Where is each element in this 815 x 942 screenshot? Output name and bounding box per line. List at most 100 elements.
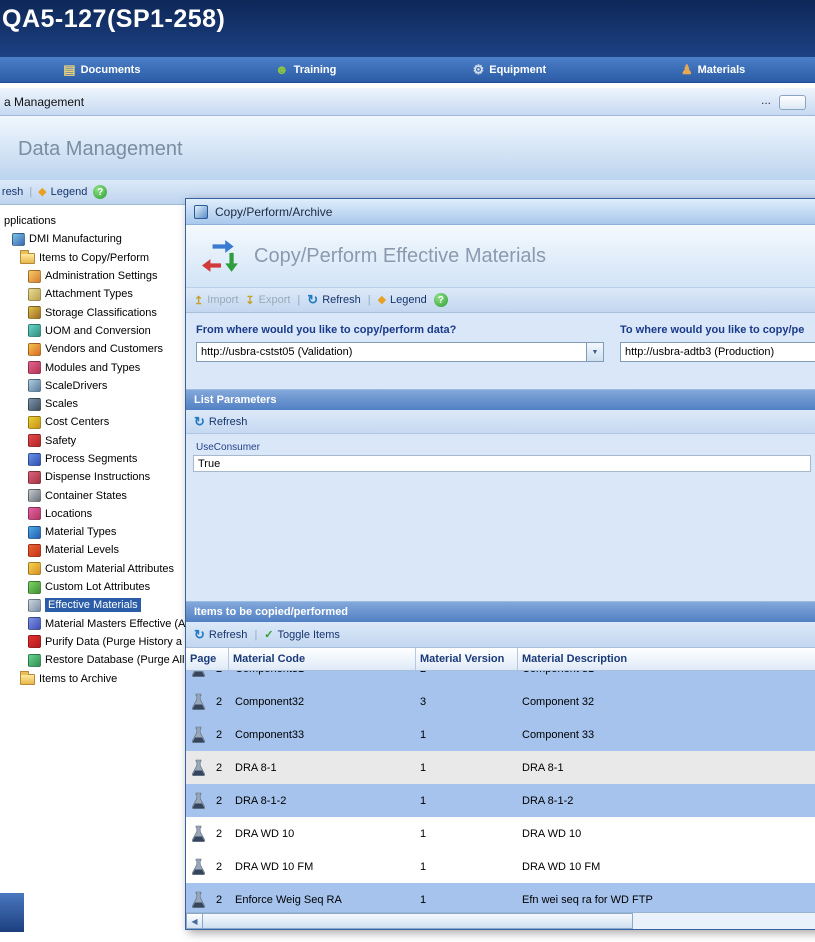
material-code: DRA WD 10 [229,828,416,840]
table-row[interactable]: 2 DRA 8-1 1 DRA 8-1 [186,751,815,784]
column-header-material-code[interactable]: Material Code [229,648,416,670]
column-header-material-version[interactable]: Material Version [416,648,518,670]
app-title: QA5-127(SP1-258) [0,0,815,34]
nav-item[interactable]: Documents [0,57,204,82]
table-row[interactable]: 2 Component31 2 Component 31 [186,671,815,685]
tree-item-label: Effective Materials [45,598,141,612]
flask-icon [191,825,206,842]
tree-item[interactable]: pplications [0,212,185,230]
legend-button[interactable]: Legend [378,294,427,306]
table-row[interactable]: 2 DRA 8-1-2 1 DRA 8-1-2 [186,784,815,817]
refresh-button[interactable]: Refresh [194,628,247,642]
tree-item[interactable]: Modules and Types [0,358,185,376]
material-version: 3 [416,696,518,708]
tree-item[interactable]: Dispense Instructions [0,468,185,486]
scaledrivers-icon [28,379,41,392]
table-row[interactable]: 2 Component32 3 Component 32 [186,685,815,718]
material-levels-icon [28,544,41,557]
scroll-left-button[interactable] [186,913,203,929]
tree-item-label: Container States [45,490,127,502]
toggle-items-button[interactable]: Toggle Items [264,628,340,641]
tree-item-label: Safety [45,435,76,447]
custom-lot-attributes-icon [28,581,41,594]
refresh-icon [194,415,205,429]
column-header-page[interactable]: Page [186,648,229,670]
import-button[interactable]: Import [194,294,238,307]
tree-item[interactable]: Vendors and Customers [0,340,185,358]
table-row[interactable]: 2 DRA WD 10 FM 1 DRA WD 10 FM [186,850,815,883]
tree-item[interactable]: Cost Centers [0,413,185,431]
refresh-button[interactable]: Refresh [194,415,247,429]
flask-icon [191,792,206,809]
dialog-titlebar[interactable]: Copy/Perform/Archive [186,199,815,225]
copy-perform-dialog: Copy/Perform/Archive Copy/Perform Effect… [185,198,815,930]
tree-item-label: Administration Settings [45,270,158,282]
nav-item-label: Training [294,64,337,76]
tree-item[interactable]: Purify Data (Purge History a [0,633,185,651]
tree-item[interactable]: Administration Settings [0,267,185,285]
dispense-instructions-icon [28,471,41,484]
table-row[interactable]: 2 DRA WD 10 1 DRA WD 10 [186,817,815,850]
tree-item[interactable]: ScaleDrivers [0,377,185,395]
tree-item[interactable]: Material Types [0,523,185,541]
tree-item[interactable]: Items to Copy/Perform [0,249,185,267]
tree-item[interactable]: Items to Archive [0,669,185,687]
tree-item[interactable]: Material Masters Effective (A [0,615,185,633]
restore-button[interactable] [779,95,806,110]
documents-icon [63,63,75,77]
folder-closed-icon [20,674,35,685]
export-button[interactable]: Export [245,294,290,307]
tree-item[interactable]: Restore Database (Purge All [0,651,185,669]
dmi-manufacturing-icon [12,233,25,246]
to-server-select[interactable]: http://usbra-adtb3 (Production) [620,342,815,362]
chevron-down-icon[interactable] [586,343,603,361]
use-consumer-field[interactable]: True [193,455,811,472]
items-table: 2 Component31 2 Component 31 [186,671,815,912]
tree-item[interactable]: Safety [0,432,185,450]
use-consumer-label: UseConsumer [196,442,260,453]
tree-item[interactable]: Process Segments [0,450,185,468]
tree-item[interactable]: Material Levels [0,541,185,559]
refresh-button[interactable]: Refresh [307,293,360,307]
tree-item[interactable]: Container States [0,486,185,504]
tree-item[interactable]: Locations [0,505,185,523]
scrollbar-thumb[interactable] [203,913,633,929]
nav-item-label: Documents [81,64,141,76]
tree-item[interactable]: UOM and Conversion [0,322,185,340]
dialog-header: Copy/Perform Effective Materials [186,225,815,288]
tree-item-label: Process Segments [45,453,137,465]
equipment-icon [473,63,485,77]
help-icon[interactable] [434,293,448,307]
flask-icon [191,858,206,875]
screen: QA5-127(SP1-258) Documents Training Equi… [0,0,815,942]
nav-item[interactable]: Training [204,57,408,82]
storage-classifications-icon [28,306,41,319]
tree-item[interactable]: Attachment Types [0,285,185,303]
tree-item[interactable]: Custom Material Attributes [0,560,185,578]
tree-item[interactable]: DMI Manufacturing [0,230,185,248]
refresh-button[interactable]: resh [0,185,23,199]
tree-item[interactable]: Custom Lot Attributes [0,578,185,596]
tree-item[interactable]: Scales [0,395,185,413]
tree-item[interactable]: Effective Materials [0,596,185,614]
tree-item-label: ScaleDrivers [45,380,107,392]
nav-item[interactable]: Equipment [408,57,612,82]
table-row[interactable]: 2 Enforce Weig Seq RA 1 Efn wei seq ra f… [186,883,815,912]
page-number: 2 [216,894,222,906]
column-header-material-description[interactable]: Material Description [518,648,815,670]
help-icon[interactable] [93,185,107,199]
from-server-select[interactable]: http://usbra-cstst05 (Validation) [196,342,604,362]
tree-item-label: Vendors and Customers [45,343,163,355]
tree-item-label: Items to Archive [39,673,117,685]
scrollbar-track[interactable] [633,913,815,929]
legend-button[interactable]: Legend [38,186,87,198]
purify-data-icon [28,635,41,648]
table-row[interactable]: 2 Component33 1 Component 33 [186,718,815,751]
tree-item-label: Dispense Instructions [45,471,150,483]
nav-item[interactable]: Materials [611,57,815,82]
page-number: 2 [216,861,222,873]
list-parameters-toolbar: Refresh [186,410,815,434]
tree-item[interactable]: Storage Classifications [0,303,185,321]
items-toolbar: Refresh | Toggle Items [186,622,815,648]
material-version: 1 [416,729,518,741]
